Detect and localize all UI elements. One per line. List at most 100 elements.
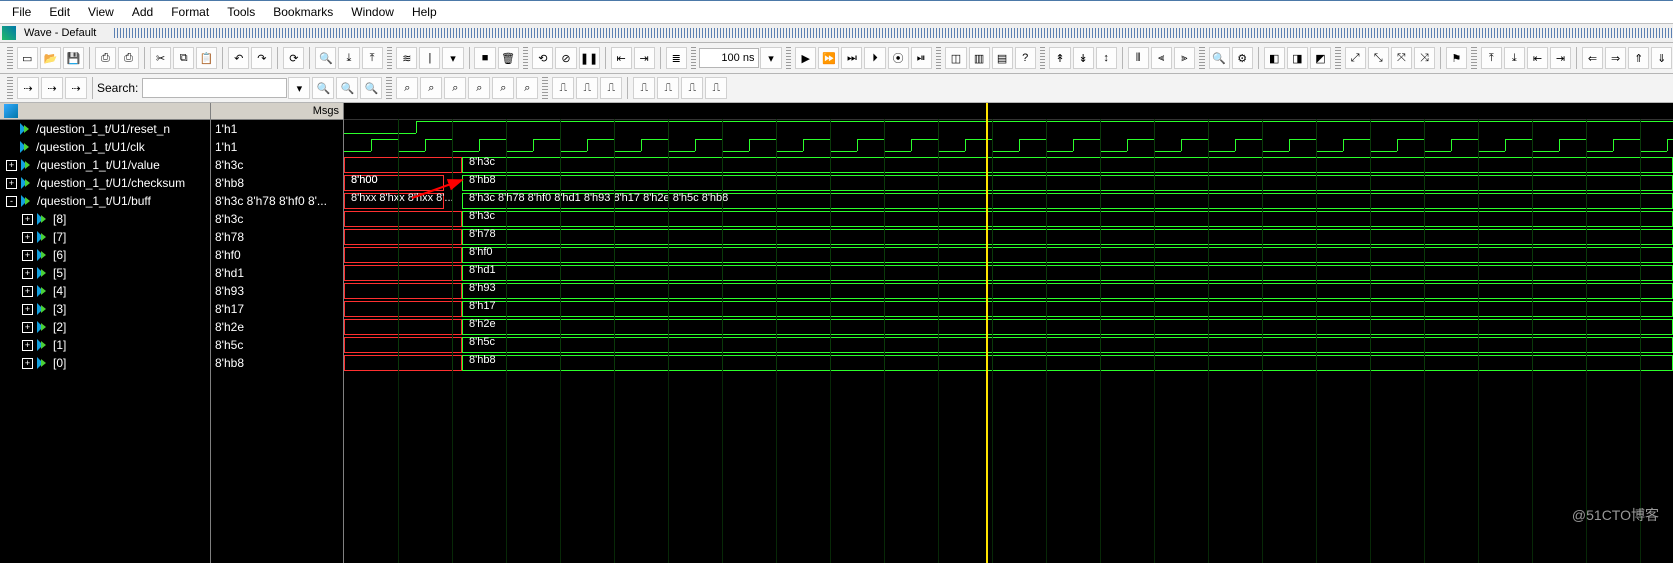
tool3-button[interactable]: ◩ [1310,47,1331,69]
search-history-dropdown[interactable]: ▾ [288,77,310,99]
menu-add[interactable]: Add [124,3,161,21]
wave3-button[interactable]: ↕ [1096,47,1117,69]
signal-row[interactable]: -/question_1_t/U1/buff [0,192,210,210]
signal-value[interactable]: 8'hb8 [211,354,343,372]
open-button[interactable]: 📂 [40,47,61,69]
signal-value[interactable]: 8'h3c 8'h78 8'hf0 8'... [211,192,343,210]
zoom-fit-button[interactable]: ⌕ [468,77,490,99]
layout2-button[interactable]: ▥ [969,47,990,69]
toolbar-grip[interactable] [1040,47,1046,69]
nav3-button[interactable]: ⇤ [1527,47,1548,69]
find-button[interactable]: 🔍 [315,47,336,69]
signal-value[interactable]: 8'h3c [211,156,343,174]
zoom2-button[interactable]: ⤡ [1368,47,1389,69]
zoom-out-button[interactable]: ⌕ [420,77,442,99]
toolbar-grip[interactable] [1471,47,1477,69]
mark1-button[interactable]: ⎍ [633,77,655,99]
signal-value[interactable]: 8'hd1 [211,264,343,282]
nav5-button[interactable]: ⇐ [1582,47,1603,69]
toolbar-grip[interactable] [7,47,13,69]
time-cursor[interactable] [986,103,988,563]
nav8-button[interactable]: ⇓ [1651,47,1672,69]
find1-button[interactable]: 🔍 [1209,47,1230,69]
tool2-button[interactable]: ◨ [1287,47,1308,69]
signal-row[interactable]: +[4] [0,282,210,300]
nav-c-button[interactable]: ⇢ [65,77,87,99]
signal-value[interactable]: 1'h1 [211,120,343,138]
falling-button[interactable]: ⎍ [576,77,598,99]
trash-button[interactable]: 🗑 [498,47,519,69]
wave2-button[interactable]: ↡ [1073,47,1094,69]
cont-button[interactable]: ⏯ [911,47,932,69]
undo-button[interactable]: ↶ [228,47,249,69]
mark3-button[interactable]: ⎍ [681,77,703,99]
signal-row[interactable]: /question_1_t/U1/reset_n [0,120,210,138]
toolbar-grip[interactable] [7,77,13,99]
signal-row[interactable]: +[0] [0,354,210,372]
layout1-button[interactable]: ◫ [945,47,966,69]
toolbar-grip[interactable] [691,47,697,69]
help-button[interactable]: ? [1015,47,1036,69]
signal-value[interactable]: 1'h1 [211,138,343,156]
signal-value[interactable]: 8'h3c [211,210,343,228]
signal-values-list[interactable]: 1'h11'h18'h3c8'hb88'h3c 8'h78 8'hf0 8'..… [211,120,343,563]
expand-toggle[interactable]: + [22,322,33,333]
expand-toggle[interactable]: + [22,304,33,315]
rising-button[interactable]: ⎍ [552,77,574,99]
signal-value[interactable]: 8'h17 [211,300,343,318]
zoom-full-button[interactable]: ⌕ [444,77,466,99]
nav-a-button[interactable]: ⇢ [17,77,39,99]
stepfwd-button[interactable]: ⇥ [634,47,655,69]
signal-row[interactable]: +/question_1_t/U1/checksum [0,174,210,192]
cut-button[interactable]: ✂ [150,47,171,69]
toolbar-grip[interactable] [523,47,529,69]
restart-button[interactable]: ⟲ [532,47,553,69]
nav7-button[interactable]: ⇑ [1628,47,1649,69]
copy-button[interactable]: ⧉ [173,47,194,69]
toolbar-grip[interactable] [786,47,792,69]
toolbar-grip[interactable] [542,77,548,99]
signal-value[interactable]: 8'hf0 [211,246,343,264]
toolbar-grip[interactable] [1335,47,1341,69]
group3-button[interactable]: ⫸ [1174,47,1195,69]
addmarker-button[interactable]: ▾ [442,47,463,69]
expand-toggle[interactable]: + [6,160,17,171]
findprev-button[interactable]: ⤒ [362,47,383,69]
mark2-button[interactable]: ⎍ [657,77,679,99]
run3-button[interactable]: ⏭ [841,47,862,69]
signal-value[interactable]: 8'h93 [211,282,343,300]
zoom-in-button[interactable]: ⌕ [396,77,418,99]
wave1-button[interactable]: ↟ [1049,47,1070,69]
wave-canvas[interactable]: 8'h3c8'h008'hb88'h008'hxx 8'hxx 8'hxx 8'… [344,103,1673,563]
zoom4-button[interactable]: ⤨ [1414,47,1435,69]
group1-button[interactable]: ⫴ [1128,47,1149,69]
printprev-button[interactable]: ⎙ [118,47,139,69]
run2-button[interactable]: ⏩ [818,47,839,69]
expand-toggle[interactable]: - [6,196,17,207]
nav6-button[interactable]: ⇒ [1605,47,1626,69]
signal-value[interactable]: 8'hb8 [211,174,343,192]
search-go-button[interactable]: 🔍 [312,77,334,99]
toolbar-grip[interactable] [386,77,392,99]
kill-button[interactable]: ⊘ [555,47,576,69]
group2-button[interactable]: ⫷ [1151,47,1172,69]
redo-button[interactable]: ↷ [251,47,272,69]
menu-help[interactable]: Help [404,3,445,21]
signal-row[interactable]: +[3] [0,300,210,318]
menu-window[interactable]: Window [343,3,402,21]
signal-row[interactable]: +[5] [0,264,210,282]
menu-edit[interactable]: Edit [41,3,78,21]
mark4-button[interactable]: ⎍ [705,77,727,99]
toolbar-grip[interactable] [387,47,393,69]
tool1-button[interactable]: ◧ [1264,47,1285,69]
signal-names-list[interactable]: /question_1_t/U1/reset_n/question_1_t/U1… [0,120,210,563]
new-button[interactable]: ▭ [17,47,38,69]
signal-row[interactable]: +[8] [0,210,210,228]
flag-button[interactable]: ⚑ [1446,47,1467,69]
save-button[interactable]: 💾 [63,47,84,69]
find2-button[interactable]: ⚙ [1232,47,1253,69]
menu-file[interactable]: File [4,3,39,21]
nav4-button[interactable]: ⇥ [1550,47,1571,69]
expand-toggle[interactable]: + [22,214,33,225]
menu-format[interactable]: Format [163,3,217,21]
